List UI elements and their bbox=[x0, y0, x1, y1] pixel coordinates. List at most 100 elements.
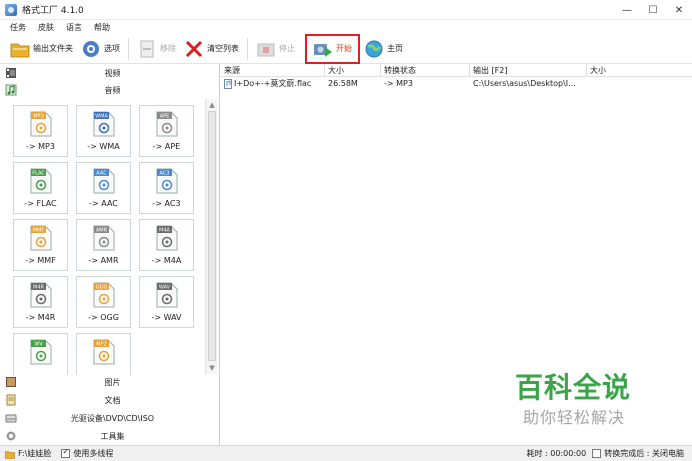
category-video[interactable]: 视频 bbox=[0, 64, 220, 82]
home-label: 主页 bbox=[387, 44, 403, 53]
clear-list-button[interactable]: 清空列表 bbox=[180, 36, 243, 62]
format-tile[interactable]: MP3 -> MP3 bbox=[13, 105, 68, 157]
audio-file-icon: AMR bbox=[93, 225, 114, 251]
format-tag: MP3 bbox=[33, 114, 44, 120]
menu-task[interactable]: 任务 bbox=[10, 22, 26, 33]
gear-icon bbox=[81, 39, 101, 59]
music-note-icon bbox=[5, 84, 17, 96]
audio-file-icon: OGG bbox=[93, 282, 114, 308]
category-scrollbar[interactable]: ▲ ▼ bbox=[205, 99, 217, 374]
audio-file-icon: WMA bbox=[93, 111, 114, 137]
format-tag: MMF bbox=[32, 228, 44, 234]
col-output[interactable]: 输出 [F2] bbox=[470, 64, 587, 76]
watermark-subtitle: 助你轻松解决 bbox=[523, 408, 626, 427]
audio-file-icon: AAC bbox=[93, 168, 114, 194]
audio-file-icon: MMF bbox=[30, 225, 51, 251]
options-button[interactable]: 选项 bbox=[77, 36, 124, 62]
toolbox-icon bbox=[6, 431, 16, 441]
start-label: 开始 bbox=[336, 44, 352, 53]
format-tag: WAV bbox=[158, 285, 170, 291]
format-tag: WV bbox=[34, 342, 43, 348]
remove-icon bbox=[137, 39, 157, 59]
audio-file-icon: WV bbox=[30, 339, 51, 365]
format-tile-label: -> MMF bbox=[25, 256, 56, 265]
category-toolbox[interactable]: 工具集 bbox=[0, 427, 220, 445]
disc-drive-icon bbox=[5, 414, 17, 423]
col-source[interactable]: 来源 bbox=[221, 64, 325, 76]
status-bar: F:\娃娃脸 使用多线程 耗时 : 00:00:00 转换完成后 : 关闭电脑 bbox=[0, 445, 692, 461]
format-tag: AC3 bbox=[159, 171, 169, 177]
format-tile[interactable]: WMA -> WMA bbox=[76, 105, 131, 157]
category-picture[interactable]: 图片 bbox=[0, 373, 220, 391]
category-video-label: 视频 bbox=[104, 68, 121, 78]
category-document[interactable]: 文档 bbox=[0, 391, 220, 409]
format-tag: WMA bbox=[95, 114, 108, 120]
format-tile[interactable]: WAV -> WAV bbox=[139, 276, 194, 328]
cell-size: 26.58M bbox=[328, 79, 358, 88]
menu-skin[interactable]: 皮肤 bbox=[38, 22, 54, 33]
source-filename: I+Do+-+莫文蔚.flac bbox=[234, 79, 312, 88]
audio-file-icon: MP2 bbox=[93, 339, 114, 365]
format-tile-label: -> M4R bbox=[25, 313, 56, 322]
category-optical[interactable]: 光驱设备\DVD\CD\ISO bbox=[0, 409, 220, 427]
table-row[interactable]: I+Do+-+莫文蔚.flac 26.58M -> MP3 C:\Users\a… bbox=[221, 77, 692, 91]
format-tile[interactable]: OGG -> OGG bbox=[76, 276, 131, 328]
output-folder-button[interactable]: 输出文件夹 bbox=[6, 36, 77, 62]
after-complete-checkbox[interactable] bbox=[592, 449, 602, 458]
audio-file-icon: MP3 bbox=[30, 111, 51, 137]
format-tile[interactable]: AC3 -> AC3 bbox=[139, 162, 194, 214]
audio-file-icon: M4A bbox=[156, 225, 177, 251]
audio-format-grid: MP3 -> MP3 WMA -> WMA APE -> APE FLAC -> FLAC AA… bbox=[13, 105, 203, 375]
film-icon bbox=[6, 68, 16, 78]
category-toolbox-label: 工具集 bbox=[100, 431, 125, 441]
output-folder-label: 输出文件夹 bbox=[33, 44, 73, 53]
format-tile[interactable]: AMR -> AMR bbox=[76, 219, 131, 271]
format-tile[interactable]: APE -> APE bbox=[139, 105, 194, 157]
col-status[interactable]: 转换状态 bbox=[381, 64, 470, 76]
app-icon bbox=[5, 3, 17, 16]
format-tile-label: -> FLAC bbox=[24, 199, 57, 208]
window-controls: — ☐ ✕ bbox=[614, 0, 692, 20]
format-tile[interactable]: MP2 bbox=[76, 333, 131, 375]
menu-help[interactable]: 帮助 bbox=[94, 22, 110, 33]
format-tile[interactable]: WV bbox=[13, 333, 68, 375]
toolbar: 输出文件夹 选项 移除 清空列表 停止 开始 主页 bbox=[0, 33, 692, 64]
menu-bar: 任务 皮肤 语言 帮助 bbox=[0, 20, 692, 34]
maximize-button[interactable]: ☐ bbox=[640, 0, 666, 20]
stop-button[interactable]: 停止 bbox=[252, 36, 299, 62]
scroll-thumb[interactable] bbox=[208, 111, 216, 361]
audio-file-icon: APE bbox=[156, 111, 177, 137]
col-output-size[interactable]: 大小 bbox=[587, 64, 692, 76]
home-button[interactable]: 主页 bbox=[360, 36, 407, 62]
category-picture-label: 图片 bbox=[104, 377, 121, 387]
audio-file-icon: WAV bbox=[156, 282, 177, 308]
close-button[interactable]: ✕ bbox=[666, 0, 692, 20]
format-tile[interactable]: AAC -> AAC bbox=[76, 162, 131, 214]
cell-source: I+Do+-+莫文蔚.flac bbox=[221, 77, 325, 91]
format-tile[interactable]: M4A -> M4A bbox=[139, 219, 194, 271]
category-audio-label: 音频 bbox=[104, 85, 121, 95]
format-tile-label: -> AAC bbox=[89, 199, 118, 208]
after-complete-label: 转换完成后 : 关闭电脑 bbox=[604, 449, 684, 458]
start-button[interactable]: 开始 bbox=[305, 33, 360, 64]
audio-file-icon: FLAC bbox=[30, 168, 51, 194]
format-tag: FLAC bbox=[32, 171, 45, 177]
format-tag: APE bbox=[159, 114, 169, 120]
multithread-checkbox[interactable] bbox=[61, 447, 71, 458]
scroll-up-arrow[interactable]: ▲ bbox=[206, 99, 218, 111]
remove-button[interactable]: 移除 bbox=[133, 36, 180, 62]
format-tag: M4A bbox=[159, 228, 170, 234]
format-tile-label: -> AMR bbox=[88, 256, 119, 265]
document-icon bbox=[6, 394, 16, 406]
format-tile[interactable]: FLAC -> FLAC bbox=[13, 162, 68, 214]
menu-language[interactable]: 语言 bbox=[66, 22, 82, 33]
category-audio[interactable]: 音频 bbox=[0, 81, 220, 99]
format-tile-label: -> APE bbox=[152, 142, 181, 151]
minimize-button[interactable]: — bbox=[614, 0, 640, 20]
format-tile[interactable]: MMF -> MMF bbox=[13, 219, 68, 271]
col-size[interactable]: 大小 bbox=[325, 64, 381, 76]
clear-list-label: 清空列表 bbox=[207, 44, 239, 53]
window-title: 格式工厂 4.1.0 bbox=[22, 6, 84, 16]
format-tile[interactable]: M4R -> M4R bbox=[13, 276, 68, 328]
format-tile-label: -> WMA bbox=[87, 142, 120, 151]
